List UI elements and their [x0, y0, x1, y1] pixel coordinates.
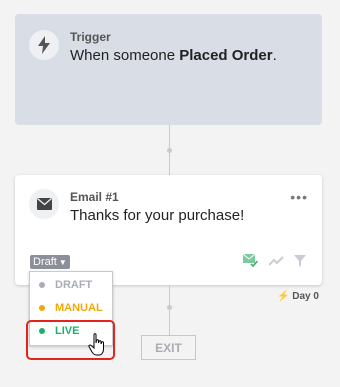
trigger-label: Trigger	[70, 30, 111, 44]
lightning-small-icon: ⚡	[277, 291, 290, 302]
connector-dot	[167, 305, 172, 310]
trigger-event: Placed Order	[179, 47, 273, 64]
exit-node[interactable]: EXIT	[141, 335, 196, 360]
filter-icon[interactable]	[294, 254, 306, 272]
status-option-draft[interactable]: DRAFT	[30, 274, 112, 296]
status-dropdown-button[interactable]: Draft ▼	[30, 255, 70, 269]
more-options-button[interactable]: •••	[290, 189, 308, 205]
email-subject: Thanks for your purchase!	[70, 207, 245, 224]
split-icon[interactable]	[267, 254, 284, 272]
envelope-icon	[29, 189, 59, 219]
hand-cursor-icon	[88, 333, 108, 362]
trigger-text: When someone Placed Order.	[70, 47, 277, 64]
flow-connector	[169, 285, 170, 335]
lightning-icon	[29, 30, 59, 60]
status-bullet	[39, 305, 45, 311]
email-actions	[237, 253, 306, 272]
email-label: Email #1	[70, 190, 119, 204]
email-card[interactable]: Email #1 Thanks for your purchase! ••• D…	[15, 175, 322, 285]
status-option-manual[interactable]: MANUAL	[30, 297, 112, 319]
status-bullet	[39, 282, 45, 288]
caret-down-icon: ▼	[58, 258, 67, 267]
day-timing: ⚡ Day 0	[277, 291, 319, 302]
connector-dot	[167, 148, 172, 153]
trigger-card[interactable]: Trigger When someone Placed Order.	[15, 14, 322, 125]
email-check-icon[interactable]	[242, 253, 259, 272]
